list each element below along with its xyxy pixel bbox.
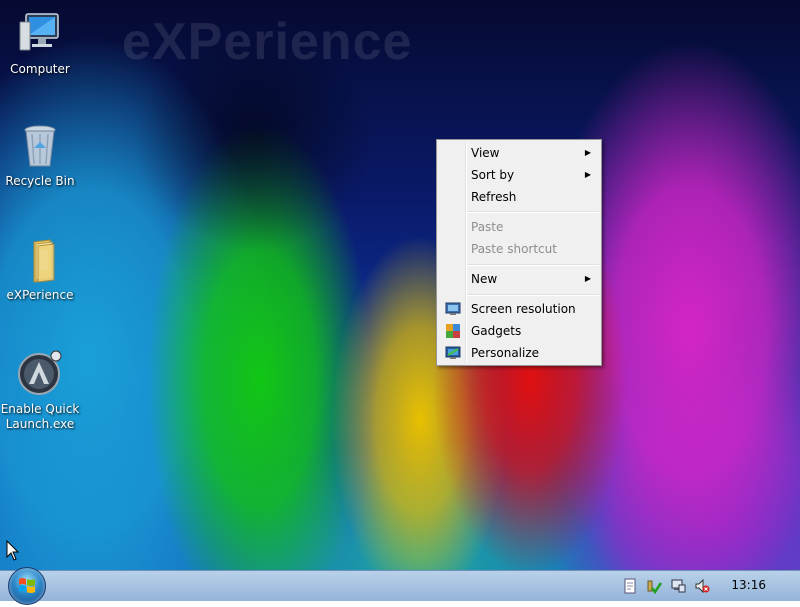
menu-item-label: View	[471, 146, 500, 160]
submenu-arrow-icon: ▶	[584, 274, 591, 283]
menu-item-label: Personalize	[471, 346, 540, 360]
menu-item-label: Gadgets	[471, 324, 522, 338]
menu-item-label: Refresh	[471, 190, 517, 204]
desktop-icon-recycle-bin[interactable]: Recycle Bin	[0, 122, 80, 189]
mouse-cursor-icon	[6, 539, 20, 565]
menu-item-personalize[interactable]: Personalize	[439, 342, 599, 364]
computer-icon	[16, 10, 64, 58]
system-tray: 13:16	[610, 571, 800, 601]
desktop-icon-label-line2: Launch.exe	[5, 417, 75, 431]
desktop-icon-computer[interactable]: Computer	[0, 10, 80, 77]
menu-item-paste-shortcut: Paste shortcut	[439, 238, 599, 260]
desktop[interactable]: eXPerience Computer Recycle Bin eXPerien…	[0, 0, 800, 570]
display-icon	[445, 301, 461, 317]
personalize-icon	[445, 345, 461, 361]
menu-item-label: Screen resolution	[471, 302, 576, 316]
taskbar: 13:16	[0, 567, 800, 605]
submenu-arrow-icon: ▶	[584, 170, 591, 179]
menu-item-screen-resolution[interactable]: Screen resolution	[439, 298, 599, 320]
menu-item-label: New	[471, 272, 498, 286]
menu-item-label: Sort by	[471, 168, 515, 182]
submenu-arrow-icon: ▶	[584, 148, 591, 157]
desktop-icon-label: eXPerience	[6, 288, 74, 302]
volume-muted-icon[interactable]	[694, 578, 710, 594]
desktop-icon-folder[interactable]: eXPerience	[0, 236, 80, 303]
windows-logo-icon	[19, 578, 35, 593]
menu-separator	[467, 294, 599, 296]
menu-item-gadgets[interactable]: Gadgets	[439, 320, 599, 342]
menu-separator	[467, 211, 599, 213]
folder-icon	[16, 236, 64, 284]
taskbar-clock[interactable]: 13:16	[731, 578, 766, 592]
menu-item-new[interactable]: New ▶	[439, 268, 599, 290]
menu-item-label: Paste	[471, 220, 504, 234]
menu-separator	[467, 264, 599, 266]
action-center-icon[interactable]	[646, 578, 663, 595]
menu-item-label: Paste shortcut	[471, 242, 557, 256]
desktop-icon-label-line1: Enable Quick	[0, 402, 80, 416]
desktop-watermark: eXPerience	[122, 13, 413, 71]
recycle-bin-icon	[16, 122, 64, 170]
start-button[interactable]	[8, 567, 46, 605]
menu-item-view[interactable]: View ▶	[439, 142, 599, 164]
menu-item-sort-by[interactable]: Sort by ▶	[439, 164, 599, 186]
menu-item-refresh[interactable]: Refresh	[439, 186, 599, 208]
gadgets-icon	[445, 323, 461, 339]
menu-item-paste: Paste	[439, 216, 599, 238]
notes-icon[interactable]	[622, 578, 638, 594]
executable-icon	[16, 350, 64, 398]
desktop-icon-enable-quick-launch[interactable]: Enable Quick Launch.exe	[0, 350, 80, 432]
desktop-context-menu: View ▶ Sort by ▶ Refresh Paste Paste sho…	[436, 139, 602, 366]
network-icon[interactable]	[670, 578, 686, 594]
desktop-icon-label: Recycle Bin	[5, 174, 75, 188]
desktop-icon-label: Computer	[10, 62, 70, 76]
